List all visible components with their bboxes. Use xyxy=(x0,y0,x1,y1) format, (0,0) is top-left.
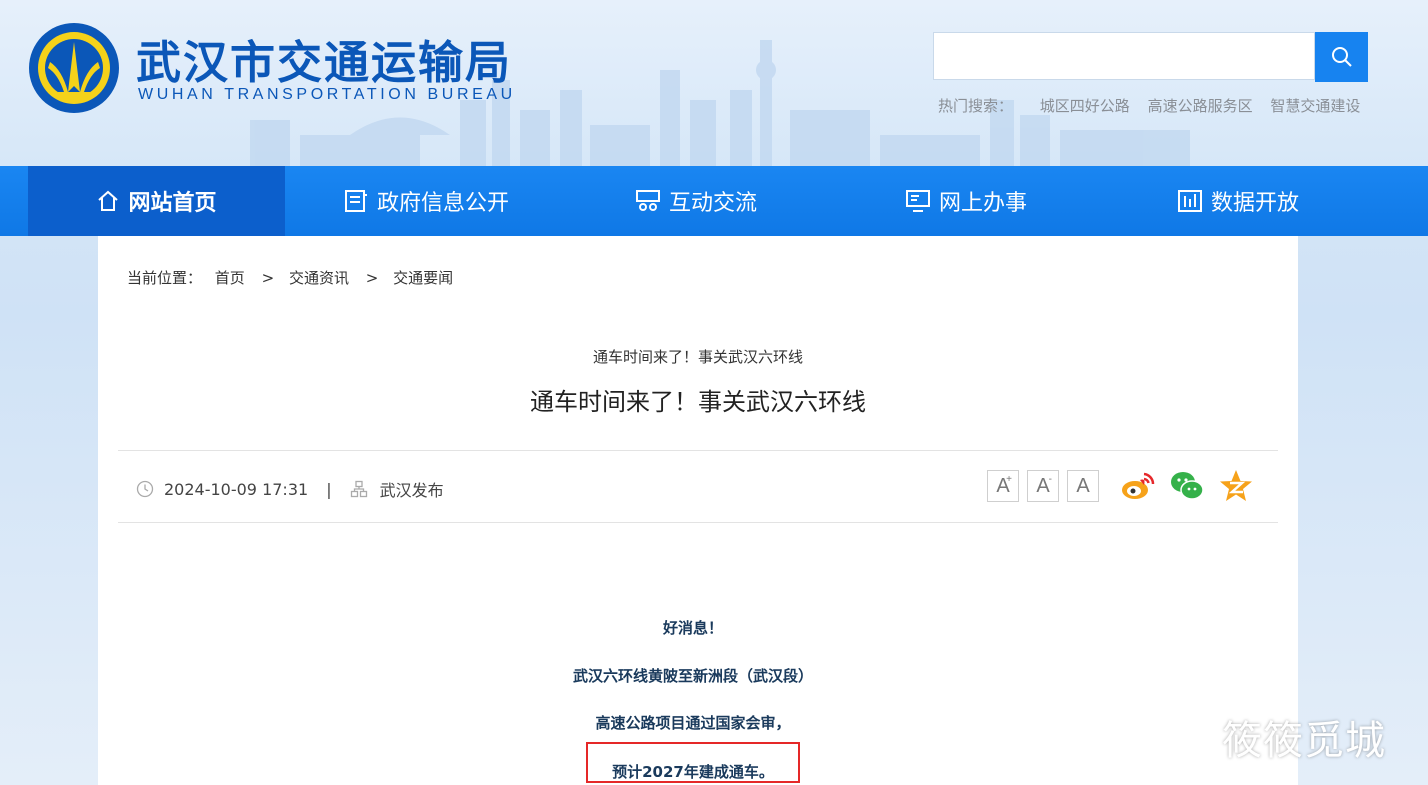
breadcrumb-label: 当前位置： xyxy=(127,269,203,287)
article-title: 通车时间来了！事关武汉六环线 xyxy=(530,388,866,416)
article-meta: 2024-10-09 17:31 | 武汉发布 xyxy=(136,477,444,501)
article-paragraph: 武汉六环线黄陂至新洲段（武汉段） xyxy=(572,667,813,685)
hot-search-label: 热门搜索： xyxy=(938,97,1014,115)
font-reset-button[interactable]: A xyxy=(1067,470,1099,502)
main-nav: 网站首页 政府信息公开 互动交流 网上办事 数据开放 xyxy=(0,166,1428,236)
service-icon xyxy=(906,190,930,212)
nav-item-label: 网上办事 xyxy=(939,191,1028,216)
nav-item-label: 数据开放 xyxy=(1211,191,1300,216)
home-icon xyxy=(98,190,119,211)
nav-item-home[interactable]: 网站首页 xyxy=(28,166,285,236)
breadcrumb-item-home[interactable]: 首页 xyxy=(215,269,245,287)
font-decrease-label: A xyxy=(1036,474,1050,497)
article-panel: 当前位置： 首页 > 交通资讯 > 交通要闻 通车时间来了！事关武汉六环线 通车… xyxy=(98,236,1298,785)
highlight-box xyxy=(586,742,800,783)
qzone-icon[interactable] xyxy=(1218,468,1254,504)
clock-icon xyxy=(136,480,154,498)
hot-search-item[interactable]: 智慧交通建设 xyxy=(1270,97,1360,115)
site-title: 武汉市交通运输局 xyxy=(136,36,513,89)
weibo-icon[interactable] xyxy=(1120,468,1156,504)
breadcrumb-item-headlines[interactable]: 交通要闻 xyxy=(393,269,453,287)
article-paragraph: 好消息！ xyxy=(662,619,723,637)
wechat-icon[interactable] xyxy=(1169,468,1205,504)
divider xyxy=(118,522,1278,523)
data-icon xyxy=(1178,190,1202,212)
nav-item-label: 互动交流 xyxy=(669,191,758,216)
font-reset-label: A xyxy=(1076,474,1090,497)
article-source: 武汉发布 xyxy=(379,481,444,500)
article-subtitle: 通车时间来了！事关武汉六环线 xyxy=(592,348,803,366)
breadcrumb: 当前位置： 首页 > 交通资讯 > 交通要闻 xyxy=(127,267,461,288)
interaction-icon xyxy=(636,190,660,211)
watermark: 筱筱觅城 xyxy=(1222,718,1386,764)
breadcrumb-separator: > xyxy=(365,269,379,287)
font-size-controls: A + A- A xyxy=(987,470,1107,502)
hot-search-item[interactable]: 城区四好公路 xyxy=(1040,97,1130,115)
nav-item-label: 网站首页 xyxy=(128,191,217,216)
breadcrumb-separator: > xyxy=(261,269,275,287)
search-button[interactable] xyxy=(1315,32,1368,82)
search-icon xyxy=(1331,47,1352,67)
site-subtitle: WUHAN TRANSPORTATION BUREAU xyxy=(138,86,516,103)
search-input[interactable] xyxy=(934,33,1314,79)
divider xyxy=(118,450,1278,451)
nav-item-label: 政府信息公开 xyxy=(377,191,510,216)
hot-search-item[interactable]: 高速公路服务区 xyxy=(1148,97,1253,115)
article-paragraph: 高速公路项目通过国家会审， xyxy=(595,714,791,732)
bureau-logo-icon xyxy=(28,22,120,114)
document-icon xyxy=(345,190,367,212)
hot-search: 热门搜索： 城区四好公路 高速公路服务区 智慧交通建设 xyxy=(938,95,1373,116)
meta-divider: | xyxy=(326,479,332,499)
site-header: 武汉市交通运输局 WUHAN TRANSPORTATION BUREAU 热门搜… xyxy=(0,0,1428,166)
breadcrumb-item-news[interactable]: 交通资讯 xyxy=(289,269,349,287)
share-buttons xyxy=(1120,468,1267,504)
publish-date: 2024-10-09 17:31 xyxy=(164,479,309,499)
nav-item-interaction[interactable]: 互动交流 xyxy=(635,166,757,236)
font-increase-button[interactable]: A + xyxy=(987,470,1019,502)
nav-item-online-service[interactable]: 网上办事 xyxy=(905,166,1027,236)
source-icon xyxy=(350,480,367,498)
nav-item-open-data[interactable]: 数据开放 xyxy=(1177,166,1299,236)
nav-item-gov-info[interactable]: 政府信息公开 xyxy=(343,166,509,236)
font-decrease-button[interactable]: A- xyxy=(1027,470,1059,502)
search-box xyxy=(933,32,1315,80)
